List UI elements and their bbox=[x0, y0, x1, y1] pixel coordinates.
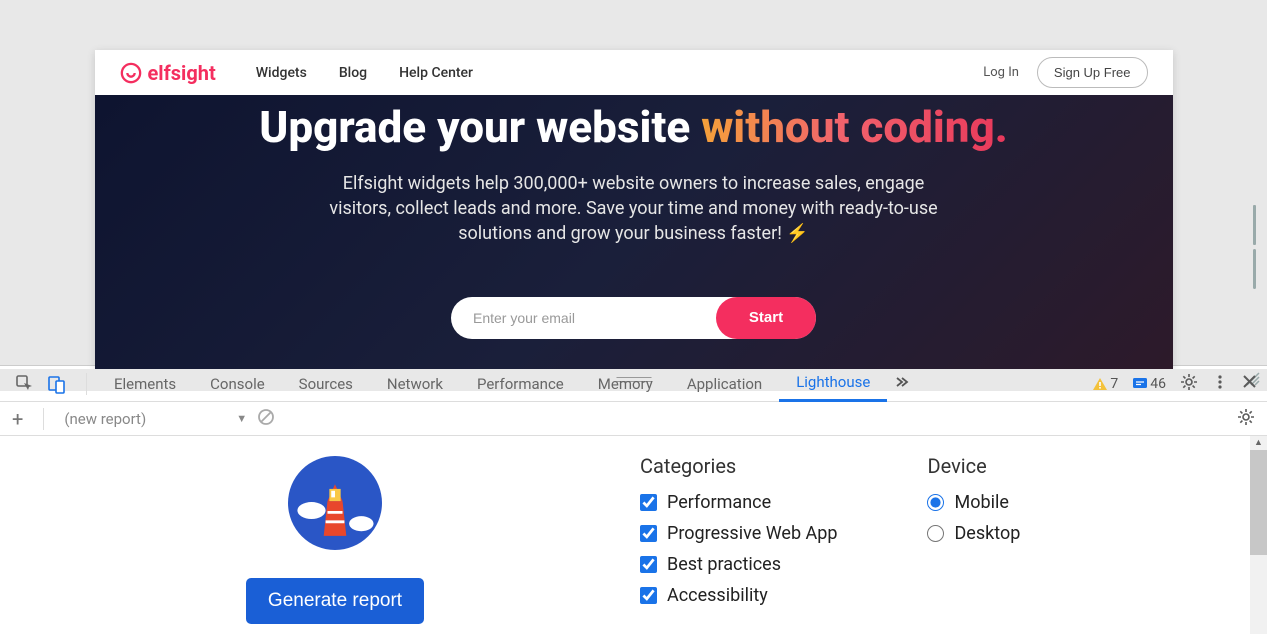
checkbox-accessibility[interactable] bbox=[640, 587, 657, 604]
scroll-up-icon[interactable]: ▲ bbox=[1254, 437, 1264, 448]
lighthouse-body: Generate report Categories Performance P… bbox=[0, 436, 1267, 634]
site-logo[interactable]: elfsight bbox=[120, 61, 256, 85]
lighthouse-options: Categories Performance Progressive Web A… bbox=[640, 454, 1020, 624]
tab-lighthouse[interactable]: Lighthouse bbox=[779, 366, 887, 402]
more-tabs-icon[interactable] bbox=[893, 374, 909, 394]
responsive-viewport: elfsight Widgets Blog Help Center Log In… bbox=[0, 40, 1267, 365]
add-report-icon[interactable]: + bbox=[12, 407, 23, 431]
lighthouse-logo-icon bbox=[283, 456, 387, 550]
tab-performance[interactable]: Performance bbox=[460, 366, 581, 402]
tab-elements[interactable]: Elements bbox=[97, 366, 193, 402]
report-selector-label: (new report) bbox=[64, 410, 146, 428]
start-button[interactable]: Start bbox=[716, 297, 816, 339]
tab-memory[interactable]: Memory bbox=[581, 366, 670, 402]
devtools-tab-bar: Elements Console Sources Network Perform… bbox=[0, 366, 1267, 402]
hero-heading-main: Upgrade your website bbox=[259, 101, 701, 153]
hero-heading: Upgrade your website without coding. bbox=[125, 101, 1143, 153]
warnings-count: 7 bbox=[1110, 376, 1118, 392]
separator bbox=[43, 408, 44, 430]
lighthouse-left: Generate report bbox=[30, 454, 640, 624]
email-pill: Start bbox=[451, 297, 816, 339]
main-nav: Widgets Blog Help Center bbox=[256, 65, 984, 81]
device-toolbar-icon[interactable] bbox=[44, 371, 70, 397]
inspect-element-icon[interactable] bbox=[12, 371, 38, 397]
devtools-panel: Elements Console Sources Network Perform… bbox=[0, 365, 1267, 634]
device-desktop[interactable]: Desktop bbox=[927, 523, 1020, 544]
elfsight-logo-icon bbox=[120, 62, 142, 84]
hero-subtitle: Elfsight widgets help 300,000+ website o… bbox=[314, 171, 954, 247]
message-icon bbox=[1132, 376, 1148, 392]
messages-badge[interactable]: 46 bbox=[1132, 376, 1166, 392]
messages-count: 46 bbox=[1150, 376, 1166, 392]
login-link[interactable]: Log In bbox=[983, 65, 1019, 80]
devtools-scrollbar[interactable]: ▲ bbox=[1250, 436, 1267, 634]
devtools-tabs: Elements Console Sources Network Perform… bbox=[97, 366, 887, 402]
report-selector[interactable]: (new report) ▼ bbox=[64, 410, 247, 428]
nav-blog[interactable]: Blog bbox=[339, 65, 367, 81]
tab-application[interactable]: Application bbox=[670, 366, 779, 402]
kebab-menu-icon[interactable] bbox=[1212, 374, 1228, 394]
auth-area: Log In Sign Up Free bbox=[983, 57, 1147, 88]
viewport-scroll-indicator bbox=[1253, 205, 1259, 245]
chevron-down-icon: ▼ bbox=[236, 412, 247, 425]
generate-report-button[interactable]: Generate report bbox=[246, 578, 424, 624]
warnings-badge[interactable]: 7 bbox=[1092, 376, 1118, 392]
close-devtools-icon[interactable] bbox=[1242, 373, 1257, 394]
device-title: Device bbox=[927, 454, 1020, 478]
tab-console[interactable]: Console bbox=[193, 366, 282, 402]
checkbox-best-practices[interactable] bbox=[640, 556, 657, 573]
categories-title: Categories bbox=[640, 454, 837, 478]
categories-column: Categories Performance Progressive Web A… bbox=[640, 454, 837, 624]
category-performance[interactable]: Performance bbox=[640, 492, 837, 513]
tab-sources[interactable]: Sources bbox=[282, 366, 370, 402]
category-accessibility[interactable]: Accessibility bbox=[640, 585, 837, 606]
warning-icon bbox=[1092, 376, 1108, 392]
rendered-page: elfsight Widgets Blog Help Center Log In… bbox=[95, 50, 1173, 369]
nav-help-center[interactable]: Help Center bbox=[399, 65, 473, 81]
email-input[interactable] bbox=[473, 310, 716, 326]
hero-heading-accent: without coding. bbox=[701, 101, 1008, 153]
hero-section: Upgrade your website without coding. Elf… bbox=[95, 95, 1173, 369]
category-best-practices[interactable]: Best practices bbox=[640, 554, 837, 575]
device-column: Device Mobile Desktop bbox=[927, 454, 1020, 624]
tab-network[interactable]: Network bbox=[370, 366, 460, 402]
devtools-right-controls: 7 46 bbox=[1092, 373, 1257, 395]
checkbox-performance[interactable] bbox=[640, 494, 657, 511]
device-mobile[interactable]: Mobile bbox=[927, 492, 1020, 513]
viewport-ruler bbox=[0, 0, 1267, 40]
category-pwa[interactable]: Progressive Web App bbox=[640, 523, 837, 544]
scrollbar-thumb[interactable] bbox=[1250, 450, 1267, 555]
site-header: elfsight Widgets Blog Help Center Log In… bbox=[95, 50, 1173, 95]
signup-button[interactable]: Sign Up Free bbox=[1037, 57, 1148, 88]
separator bbox=[86, 373, 87, 395]
clear-icon[interactable] bbox=[257, 408, 275, 430]
logo-text: elfsight bbox=[148, 61, 216, 85]
lighthouse-toolbar: + (new report) ▼ bbox=[0, 402, 1267, 436]
settings-icon[interactable] bbox=[1180, 373, 1198, 395]
radio-desktop[interactable] bbox=[927, 525, 944, 542]
lighthouse-settings-icon[interactable] bbox=[1237, 411, 1255, 430]
radio-mobile[interactable] bbox=[927, 494, 944, 511]
nav-widgets[interactable]: Widgets bbox=[256, 65, 307, 81]
checkbox-pwa[interactable] bbox=[640, 525, 657, 542]
email-capture: Start bbox=[125, 297, 1143, 339]
